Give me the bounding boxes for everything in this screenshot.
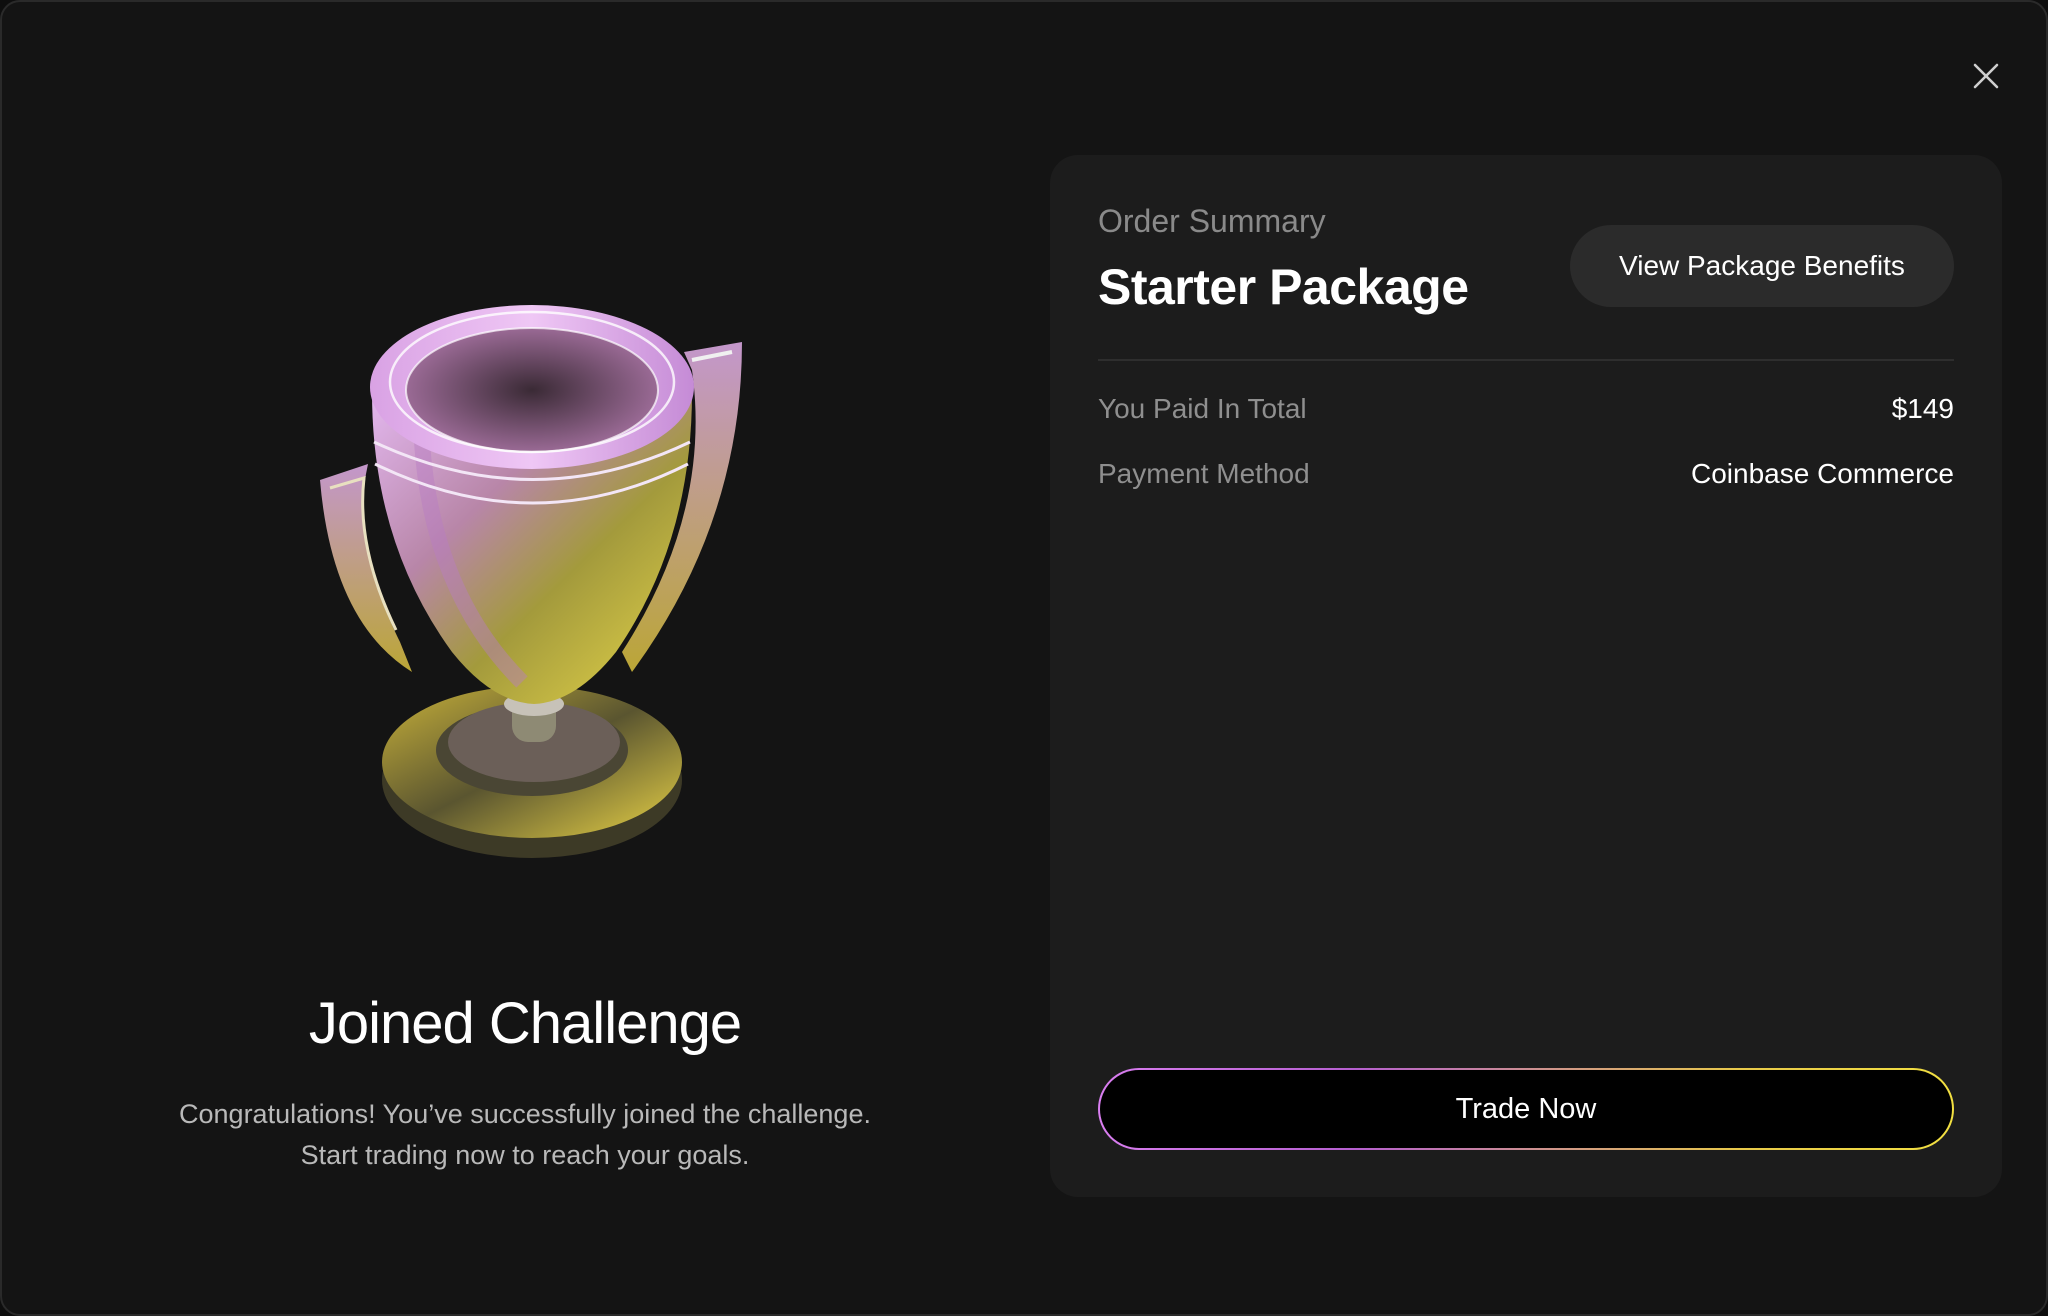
trophy-icon <box>272 292 792 892</box>
payment-method-label: Payment Method <box>1098 458 1310 489</box>
total-paid-value: $149 <box>1891 393 1954 424</box>
close-icon <box>1973 63 1999 89</box>
joined-challenge-modal: Joined Challenge Congratulations! You’ve… <box>0 0 2048 1316</box>
total-paid-row: You Paid In Total $149 <box>1098 393 1954 425</box>
success-description-line-1: Congratulations! You’ve successfully joi… <box>179 1099 871 1129</box>
trade-now-label: Trade Now <box>1100 1070 1952 1148</box>
success-description: Congratulations! You’ve successfully joi… <box>2 1094 1048 1176</box>
success-title: Joined Challenge <box>308 991 742 1056</box>
success-panel: Joined Challenge Congratulations! You’ve… <box>2 2 1048 1314</box>
order-summary-card: Order Summary Starter Package View Packa… <box>1050 155 2002 1197</box>
payment-method-value: Coinbase Commerce <box>1691 458 1954 489</box>
total-paid-label: You Paid In Total <box>1098 393 1307 424</box>
close-button[interactable] <box>1964 54 2008 98</box>
divider <box>1098 359 1954 361</box>
view-package-benefits-button[interactable]: View Package Benefits <box>1570 225 1954 307</box>
payment-method-row: Payment Method Coinbase Commerce <box>1098 458 1954 490</box>
order-summary-label: Order Summary <box>1098 203 1326 239</box>
package-name: Starter Package <box>1098 259 1469 315</box>
success-description-line-2: Start trading now to reach your goals. <box>300 1140 750 1170</box>
trade-now-button[interactable]: Trade Now <box>1098 1068 1954 1150</box>
